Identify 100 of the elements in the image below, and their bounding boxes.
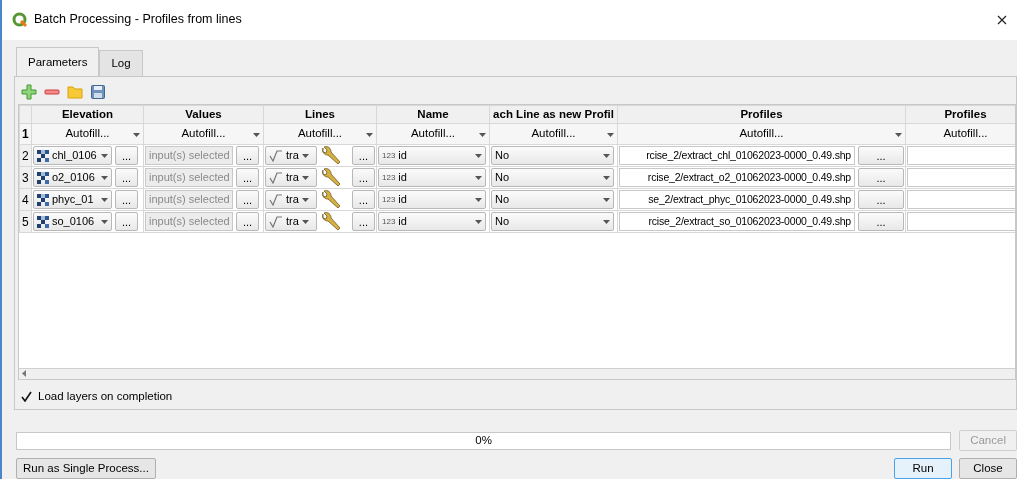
caret-icon xyxy=(475,197,482,202)
input-field[interactable] xyxy=(907,190,1015,209)
row-number: 1 xyxy=(22,127,29,141)
row-number: 2 xyxy=(22,148,29,163)
input-field[interactable] xyxy=(907,168,1015,187)
row-number: 5 xyxy=(22,214,29,229)
caret-icon xyxy=(603,219,610,224)
caret-icon xyxy=(603,153,610,158)
column-header[interactable]: Values xyxy=(143,105,264,124)
field-combo[interactable]: 123 id xyxy=(378,190,486,209)
close-icon[interactable] xyxy=(997,14,1007,25)
browse-button[interactable]: ... xyxy=(115,168,139,187)
caret-icon xyxy=(603,197,610,202)
autofill-dropdown[interactable]: Autofill... xyxy=(264,124,376,144)
output-path-field[interactable]: rcise_2/extract_so_01062023-0000_0.49.shp xyxy=(619,212,855,231)
browse-button[interactable]: ... xyxy=(351,168,375,187)
scroll-left-icon[interactable] xyxy=(22,370,27,378)
run-button[interactable]: Run xyxy=(894,458,952,479)
add-icon[interactable] xyxy=(21,83,37,100)
layer-combo[interactable]: tra xyxy=(265,190,317,209)
browse-button[interactable]: ... xyxy=(115,146,139,165)
column-header[interactable]: Lines xyxy=(263,105,377,124)
browse-button[interactable]: ... xyxy=(858,190,904,209)
autofill-dropdown[interactable]: Autofill... xyxy=(618,124,905,144)
browse-button[interactable]: ... xyxy=(115,212,139,231)
caret-icon xyxy=(133,133,140,137)
autofill-dropdown[interactable]: Autofill... xyxy=(32,124,143,144)
field-combo[interactable]: 123 id xyxy=(378,146,486,165)
layer-combo[interactable]: tra xyxy=(265,146,317,165)
browse-button[interactable]: ... xyxy=(236,168,260,187)
caret-icon xyxy=(475,153,482,158)
browse-button[interactable]: ... xyxy=(858,146,904,165)
output-path-field[interactable]: rcise_2/extract_o2_01062023-0000_0.49.shp xyxy=(619,168,855,187)
caret-icon xyxy=(895,133,902,137)
tab[interactable]: Parameters xyxy=(16,46,100,76)
wrench-icon[interactable] xyxy=(320,211,342,232)
column-header[interactable]: Elevation xyxy=(31,105,144,124)
browse-button[interactable]: ... xyxy=(351,146,375,165)
layer-combo[interactable]: chl_0106 xyxy=(33,146,112,165)
raster-layer-icon xyxy=(37,149,49,162)
save-icon[interactable] xyxy=(90,83,106,100)
column-header[interactable]: Profiles xyxy=(905,105,1015,124)
tab[interactable]: Log xyxy=(99,49,143,76)
output-path-field[interactable]: rcise_2/extract_chl_01062023-0000_0.49.shp xyxy=(619,146,855,165)
caret-icon xyxy=(475,175,482,180)
checkbox[interactable] xyxy=(20,389,33,403)
browse-button[interactable]: ... xyxy=(115,190,139,209)
input-field[interactable] xyxy=(907,212,1015,231)
raster-layer-icon xyxy=(37,193,49,206)
browse-button[interactable]: ... xyxy=(351,212,375,231)
field-combo[interactable]: 123 id xyxy=(378,168,486,187)
browse-button[interactable]: ... xyxy=(236,146,260,165)
horizontal-scrollbar[interactable] xyxy=(19,367,1015,379)
checkbox-label: Load layers on completion xyxy=(38,388,173,404)
layer-combo[interactable]: tra xyxy=(265,212,317,231)
column-header[interactable]: Name xyxy=(376,105,490,124)
caret-icon xyxy=(253,133,260,137)
line-layer-icon xyxy=(269,149,283,162)
autofill-dropdown[interactable]: Autofill... xyxy=(490,124,617,144)
wrench-icon[interactable] xyxy=(320,145,342,166)
caret-icon xyxy=(101,197,108,202)
dropdown[interactable]: No xyxy=(491,146,614,165)
progress-text: 0% xyxy=(475,432,492,448)
browse-button[interactable]: ... xyxy=(858,212,904,231)
browse-button[interactable]: ... xyxy=(236,212,260,231)
caret-icon xyxy=(101,153,108,158)
browse-button[interactable]: ... xyxy=(351,190,375,209)
row-number: 3 xyxy=(22,170,29,185)
caret-icon xyxy=(603,175,610,180)
browse-button[interactable]: ... xyxy=(236,190,260,209)
check-icon xyxy=(21,390,32,402)
autofill-dropdown[interactable]: Autofill... xyxy=(906,124,1015,144)
wrench-icon[interactable] xyxy=(320,189,342,210)
line-layer-icon xyxy=(269,193,283,206)
caret-icon xyxy=(301,175,309,180)
window-title: Batch Processing - Profiles from lines xyxy=(34,11,242,29)
input-field[interactable] xyxy=(907,146,1015,165)
layer-combo[interactable]: o2_0106 xyxy=(33,168,112,187)
layer-combo[interactable]: phyc_01 xyxy=(33,190,112,209)
line-layer-icon xyxy=(269,171,283,184)
run-single-button[interactable]: Run as Single Process... xyxy=(16,458,156,479)
layer-combo[interactable]: so_0106 xyxy=(33,212,112,231)
caret-icon xyxy=(366,133,373,137)
caret-icon xyxy=(301,219,309,224)
autofill-dropdown[interactable]: Autofill... xyxy=(144,124,263,144)
browse-button[interactable]: ... xyxy=(858,168,904,187)
raster-layer-icon xyxy=(37,171,49,184)
autofill-dropdown[interactable]: Autofill... xyxy=(377,124,489,144)
dropdown[interactable]: No xyxy=(491,168,614,187)
caret-icon xyxy=(479,133,486,137)
field-combo[interactable]: 123 id xyxy=(378,212,486,231)
layer-combo[interactable]: tra xyxy=(265,168,317,187)
output-path-field[interactable]: se_2/extract_phyc_01062023-0000_0.49.shp xyxy=(619,190,855,209)
close-button[interactable]: Close xyxy=(959,458,1017,479)
dropdown[interactable]: No xyxy=(491,212,614,231)
dropdown[interactable]: No xyxy=(491,190,614,209)
caret-icon xyxy=(607,133,614,137)
column-header[interactable]: Profiles xyxy=(617,105,906,124)
column-header[interactable]: ach Line as new Profil xyxy=(489,105,618,124)
wrench-icon[interactable] xyxy=(320,167,342,188)
